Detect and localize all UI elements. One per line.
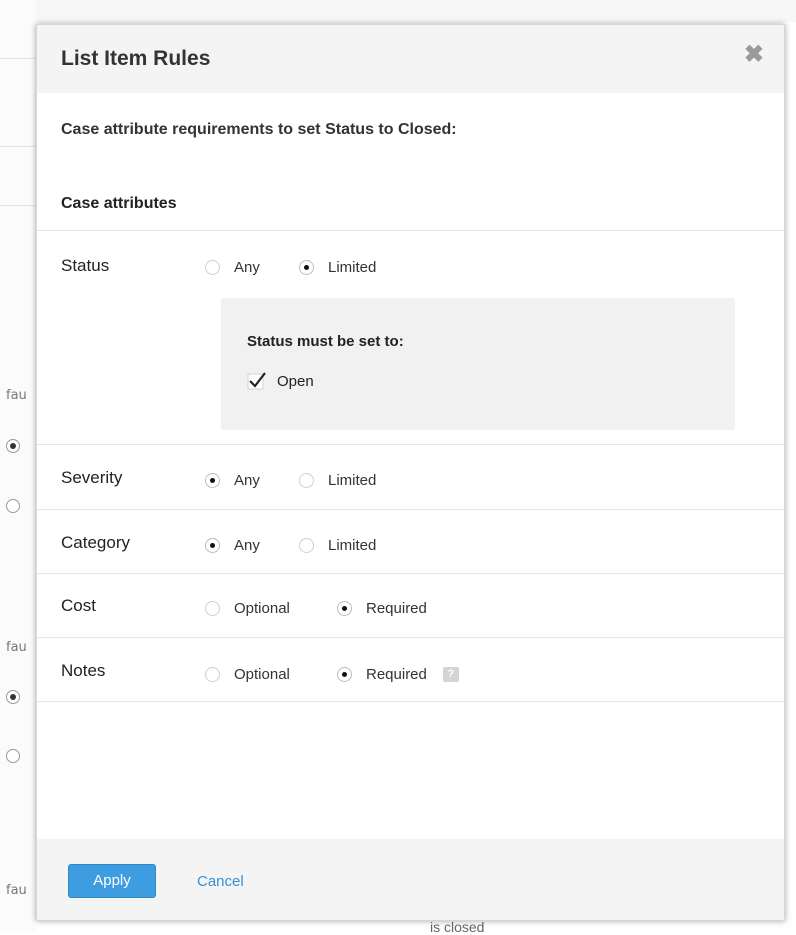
option-label: Optional <box>234 600 290 617</box>
status-any-option[interactable]: Any <box>205 259 260 276</box>
divider <box>37 573 784 574</box>
dialog-footer: Apply Cancel <box>37 839 784 920</box>
background-label: fau <box>6 883 27 898</box>
status-open-checkbox[interactable]: Open <box>247 371 314 391</box>
section-heading: Case attributes <box>61 195 177 212</box>
status-limited-option[interactable]: Limited <box>299 259 376 276</box>
background-label: fau <box>6 640 27 655</box>
radio-button[interactable] <box>337 601 352 616</box>
row-label-status: Status <box>61 256 110 275</box>
option-label: Required <box>366 600 427 617</box>
subpanel-title: Status must be set to: <box>247 333 404 350</box>
background-divider <box>0 205 36 206</box>
checkmark-icon[interactable] <box>247 371 267 391</box>
background-radio <box>6 749 20 763</box>
row-label-category: Category <box>61 533 130 552</box>
intro-text: Case attribute requirements to set Statu… <box>61 121 457 138</box>
radio-button[interactable] <box>299 260 314 275</box>
category-limited-option[interactable]: Limited <box>299 537 376 554</box>
row-label-cost: Cost <box>61 596 96 615</box>
cost-optional-option[interactable]: Optional <box>205 600 290 617</box>
row-label-severity: Severity <box>61 468 123 487</box>
radio-button[interactable] <box>205 473 220 488</box>
divider <box>37 444 784 445</box>
background-divider <box>0 58 36 59</box>
option-label: Required <box>366 666 427 683</box>
help-icon[interactable]: ? <box>442 667 459 682</box>
notes-required-option[interactable]: Required ? <box>337 666 459 683</box>
background-radio <box>6 439 20 453</box>
row-label-notes: Notes <box>61 661 106 680</box>
dialog-header: List Item Rules ✖ <box>37 25 784 93</box>
dialog-title: List Item Rules <box>61 47 211 70</box>
radio-button[interactable] <box>205 538 220 553</box>
severity-limited-option[interactable]: Limited <box>299 472 376 489</box>
background-divider <box>0 146 36 147</box>
cancel-link[interactable]: Cancel <box>197 873 244 890</box>
option-label: Optional <box>234 666 290 683</box>
radio-button[interactable] <box>299 538 314 553</box>
radio-button[interactable] <box>299 473 314 488</box>
background-top-strip <box>0 0 796 22</box>
divider <box>37 637 784 638</box>
notes-optional-option[interactable]: Optional <box>205 666 290 683</box>
checkbox-label: Open <box>277 372 314 390</box>
background-label: fau <box>6 388 27 403</box>
severity-any-option[interactable]: Any <box>205 472 260 489</box>
radio-button[interactable] <box>205 667 220 682</box>
close-icon[interactable]: ✖ <box>744 43 764 67</box>
category-any-option[interactable]: Any <box>205 537 260 554</box>
option-label: Limited <box>328 537 377 554</box>
divider <box>37 230 784 231</box>
apply-button[interactable]: Apply <box>68 864 156 898</box>
option-label: Limited <box>328 259 377 276</box>
background-radio <box>6 499 20 513</box>
background-left-strip: fau fau fau <box>0 0 36 933</box>
status-limited-panel: Status must be set to: Open <box>221 298 735 430</box>
list-item-rules-dialog: List Item Rules ✖ Case attribute require… <box>36 24 785 921</box>
option-label: Any <box>234 537 260 554</box>
option-label: Limited <box>328 472 377 489</box>
option-label: Any <box>234 259 260 276</box>
divider <box>37 509 784 510</box>
option-label: Any <box>234 472 260 489</box>
cost-required-option[interactable]: Required <box>337 600 427 617</box>
divider <box>37 701 784 702</box>
radio-button[interactable] <box>205 601 220 616</box>
background-radio <box>6 690 20 704</box>
radio-button[interactable] <box>337 667 352 682</box>
radio-button[interactable] <box>205 260 220 275</box>
